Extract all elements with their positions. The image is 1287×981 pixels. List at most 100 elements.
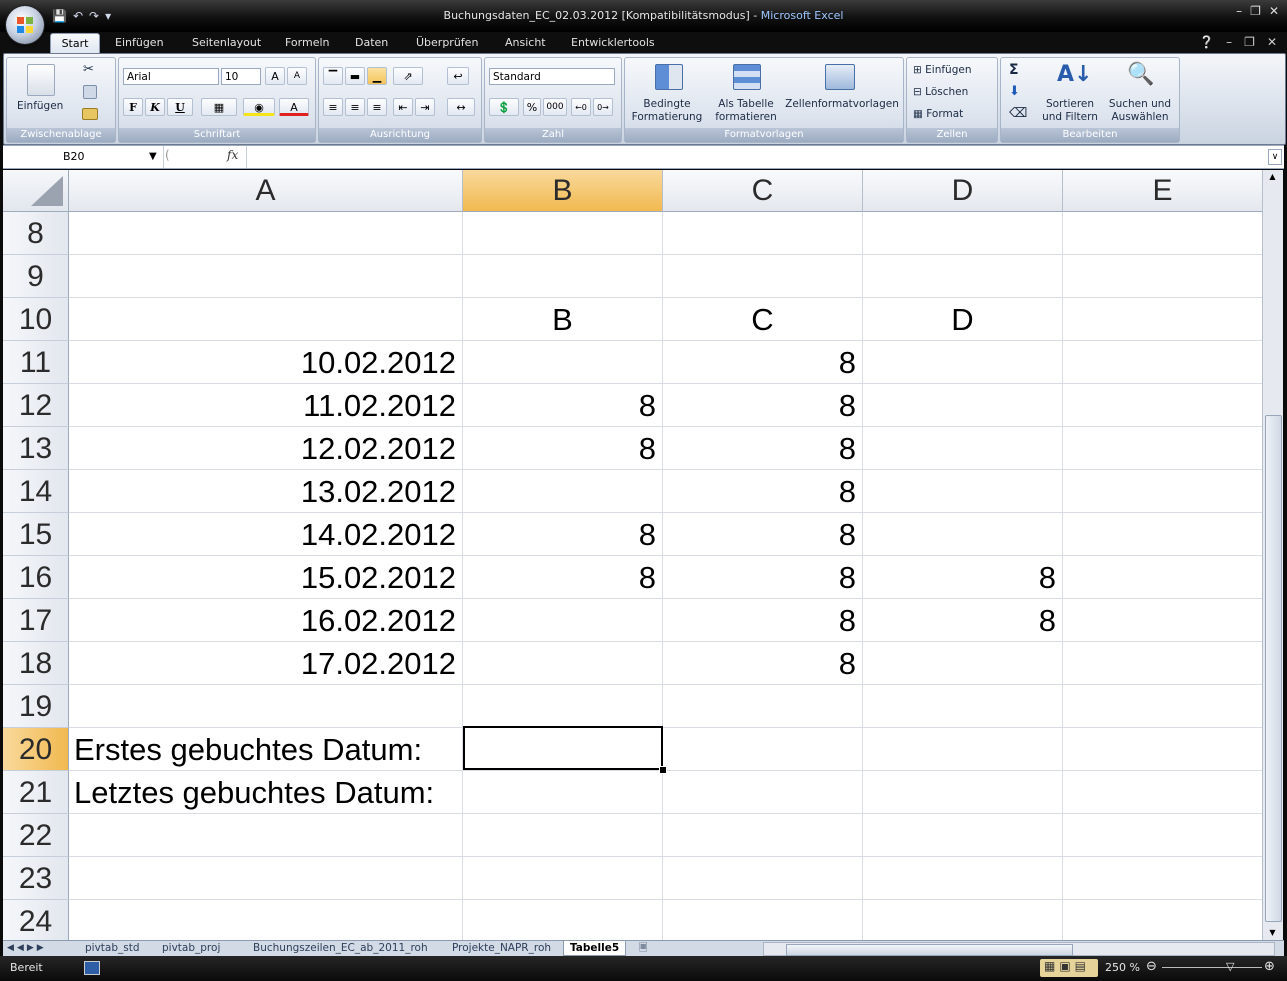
tab-data[interactable]: Daten [355, 36, 388, 49]
number-format-select[interactable]: Standard [489, 68, 615, 85]
cell-b22[interactable] [463, 814, 663, 857]
cell-e8[interactable] [1063, 212, 1262, 255]
fill-handle[interactable] [659, 766, 667, 774]
cell-a13[interactable]: 12.02.2012 [69, 427, 463, 470]
cell-a20[interactable]: Erstes gebuchtes Datum: [69, 728, 463, 771]
find-select-icon[interactable]: 🔍 [1127, 62, 1154, 87]
cell-b13[interactable]: 8 [463, 427, 663, 470]
cell-e17[interactable] [1063, 599, 1262, 642]
cell-styles-icon[interactable] [825, 64, 855, 90]
row-header[interactable]: 15 [3, 513, 69, 556]
row-header[interactable]: 18 [3, 642, 69, 685]
thousands-button[interactable]: 000 [543, 98, 567, 116]
cell-b12[interactable]: 8 [463, 384, 663, 427]
copy-icon[interactable] [83, 85, 97, 99]
cell-b19[interactable] [463, 685, 663, 728]
delete-cells-button[interactable]: ⊟ Löschen [913, 86, 968, 98]
align-middle-icon[interactable]: ▬ [345, 67, 365, 85]
cell-d17[interactable]: 8 [863, 599, 1063, 642]
find-select-button[interactable]: Suchen und Auswählen [1105, 98, 1175, 124]
cell-styles-button[interactable]: Zellenformatvorlagen [783, 98, 901, 110]
sort-filter-icon[interactable]: A↓ [1057, 62, 1092, 87]
conditional-formatting-button[interactable]: Bedingte Formatierung [627, 98, 707, 124]
decrease-indent-icon[interactable]: ⇤ [393, 98, 413, 116]
column-header-c[interactable]: C [663, 170, 863, 212]
cell-a16[interactable]: 15.02.2012 [69, 556, 463, 599]
format-painter-icon[interactable] [82, 108, 98, 120]
macro-record-icon[interactable] [84, 961, 100, 975]
paste-icon[interactable] [27, 64, 55, 96]
sheet-tab-pivtab-proj[interactable]: pivtab_proj [162, 941, 220, 955]
align-top-icon[interactable]: ▔ [323, 67, 343, 85]
cell-a17[interactable]: 16.02.2012 [69, 599, 463, 642]
cell-d14[interactable] [863, 470, 1063, 513]
row-header[interactable]: 24 [3, 900, 69, 940]
sheet-tab-pivtab-std[interactable]: pivtab_std [85, 941, 140, 955]
merge-center-icon[interactable]: ↔ [447, 98, 475, 116]
scroll-down-icon[interactable]: ▼ [1265, 926, 1280, 940]
cell-b21[interactable] [463, 771, 663, 814]
underline-button[interactable]: U [167, 98, 193, 116]
clear-icon[interactable]: ⌫ [1009, 106, 1027, 121]
cell-b14[interactable] [463, 470, 663, 513]
cell-a23[interactable] [69, 857, 463, 900]
cell-a22[interactable] [69, 814, 463, 857]
cell-e23[interactable] [1063, 857, 1262, 900]
cell-b8[interactable] [463, 212, 663, 255]
cell-d10[interactable]: D [863, 298, 1063, 341]
cell-c10[interactable]: C [663, 298, 863, 341]
cell-d20[interactable] [863, 728, 1063, 771]
sheet-nav-icon[interactable]: ◀◀▶▶ [7, 941, 47, 955]
row-header[interactable]: 9 [3, 255, 69, 298]
cell-a14[interactable]: 13.02.2012 [69, 470, 463, 513]
zoom-slider[interactable] [1162, 967, 1262, 968]
cell-d15[interactable] [863, 513, 1063, 556]
cell-c8[interactable] [663, 212, 863, 255]
cell-e22[interactable] [1063, 814, 1262, 857]
tab-view[interactable]: Ansicht [505, 36, 546, 49]
row-header[interactable]: 14 [3, 470, 69, 513]
cell-b9[interactable] [463, 255, 663, 298]
cell-b10[interactable]: B [463, 298, 663, 341]
cell-c21[interactable] [663, 771, 863, 814]
tab-insert[interactable]: Einfügen [115, 36, 164, 49]
orientation-icon[interactable]: ⇗ [393, 67, 423, 85]
cell-a8[interactable] [69, 212, 463, 255]
format-as-table-icon[interactable] [733, 64, 761, 90]
fill-icon[interactable]: ⬇ [1009, 84, 1020, 99]
row-header[interactable]: 23 [3, 857, 69, 900]
row-header[interactable]: 12 [3, 384, 69, 427]
cell-a11[interactable]: 10.02.2012 [69, 341, 463, 384]
font-name-select[interactable]: Arial [123, 68, 219, 85]
cell-a21[interactable]: Letztes gebuchtes Datum: [69, 771, 463, 814]
row-header[interactable]: 19 [3, 685, 69, 728]
tab-start[interactable]: Start [50, 33, 100, 55]
cell-c14[interactable]: 8 [663, 470, 863, 513]
cell-c12[interactable]: 8 [663, 384, 863, 427]
bold-button[interactable]: F [123, 98, 143, 116]
cell-e19[interactable] [1063, 685, 1262, 728]
cell-c17[interactable]: 8 [663, 599, 863, 642]
vertical-scroll-thumb[interactable] [1265, 415, 1282, 922]
scroll-up-icon[interactable]: ▲ [1265, 170, 1280, 184]
tab-formulas[interactable]: Formeln [285, 36, 330, 49]
wrap-text-icon[interactable]: ↩ [447, 67, 469, 85]
insert-function-button[interactable]: fx [227, 148, 238, 162]
align-center-icon[interactable]: ≡ [345, 98, 365, 116]
view-buttons[interactable]: ▦▣▤ [1040, 959, 1098, 977]
decrease-decimal-icon[interactable]: 0→ [593, 98, 613, 116]
expand-formula-bar-icon[interactable]: ∨ [1268, 149, 1282, 165]
cell-e16[interactable] [1063, 556, 1262, 599]
cell-e11[interactable] [1063, 341, 1262, 384]
cell-b17[interactable] [463, 599, 663, 642]
cell-e21[interactable] [1063, 771, 1262, 814]
name-box-dropdown-icon[interactable]: ▼ [149, 146, 157, 168]
row-header[interactable]: 10 [3, 298, 69, 341]
cell-c15[interactable]: 8 [663, 513, 863, 556]
cut-icon[interactable]: ✂ [83, 62, 94, 77]
cell-e9[interactable] [1063, 255, 1262, 298]
cell-d8[interactable] [863, 212, 1063, 255]
cell-a9[interactable] [69, 255, 463, 298]
cell-d22[interactable] [863, 814, 1063, 857]
cell-c22[interactable] [663, 814, 863, 857]
